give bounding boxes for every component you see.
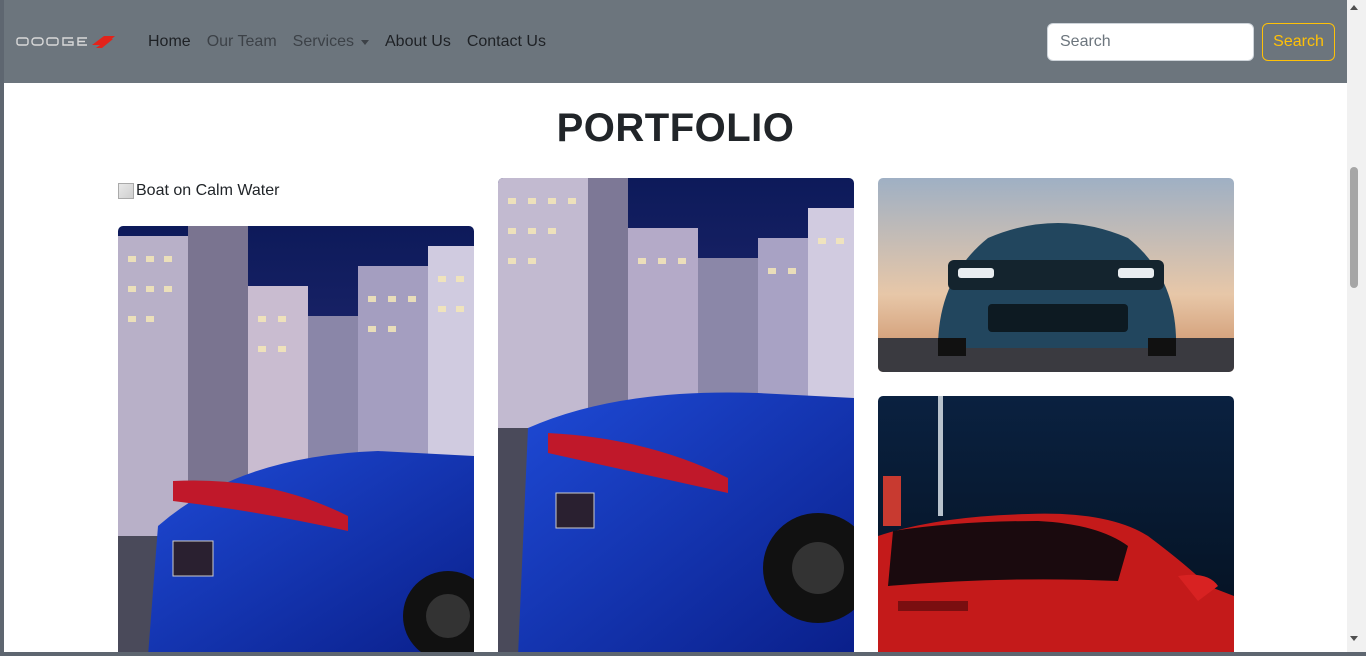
page-title: PORTFOLIO — [556, 106, 795, 150]
search-button[interactable]: Search — [1262, 23, 1335, 61]
blue-charger-rear-photo — [118, 226, 474, 652]
caret-down-icon — [361, 40, 369, 45]
scroll-down-icon[interactable] — [1350, 636, 1358, 641]
dodge-logo-icon — [16, 36, 115, 48]
browser-viewport: Home Our Team Services About Us Contact … — [4, 0, 1347, 652]
nav-our-team[interactable]: Our Team — [199, 33, 285, 51]
photo-blue-charger-city-1[interactable] — [118, 226, 474, 652]
search-input[interactable] — [1047, 23, 1254, 61]
blue-charger-rear-photo — [498, 178, 854, 652]
broken-image-alt-text: Boat on Calm Water — [136, 182, 280, 199]
broken-image: Boat on Calm Water — [118, 178, 279, 204]
nav-services-label: Services — [292, 32, 354, 50]
photo-red-challenger-night[interactable] — [878, 396, 1234, 652]
photo-charger-front-sunset[interactable] — [878, 178, 1234, 372]
vertical-scrollbar[interactable] — [1347, 0, 1366, 652]
nav-services-dropdown[interactable]: Services — [285, 33, 377, 51]
red-challenger-photo — [878, 396, 1234, 652]
nav-home[interactable]: Home — [140, 33, 199, 51]
scrollbar-thumb[interactable] — [1350, 167, 1358, 288]
blue-charger-front-photo — [878, 178, 1234, 372]
scroll-up-icon[interactable] — [1350, 5, 1358, 10]
nav-links: Home Our Team Services About Us Contact … — [140, 0, 554, 83]
navbar: Home Our Team Services About Us Contact … — [4, 0, 1347, 83]
nav-about-us[interactable]: About Us — [377, 33, 459, 51]
dodge-logo[interactable] — [16, 33, 116, 51]
photo-blue-charger-city-2[interactable] — [498, 178, 854, 652]
broken-image-icon — [118, 183, 134, 199]
nav-contact-us[interactable]: Contact Us — [459, 33, 554, 51]
